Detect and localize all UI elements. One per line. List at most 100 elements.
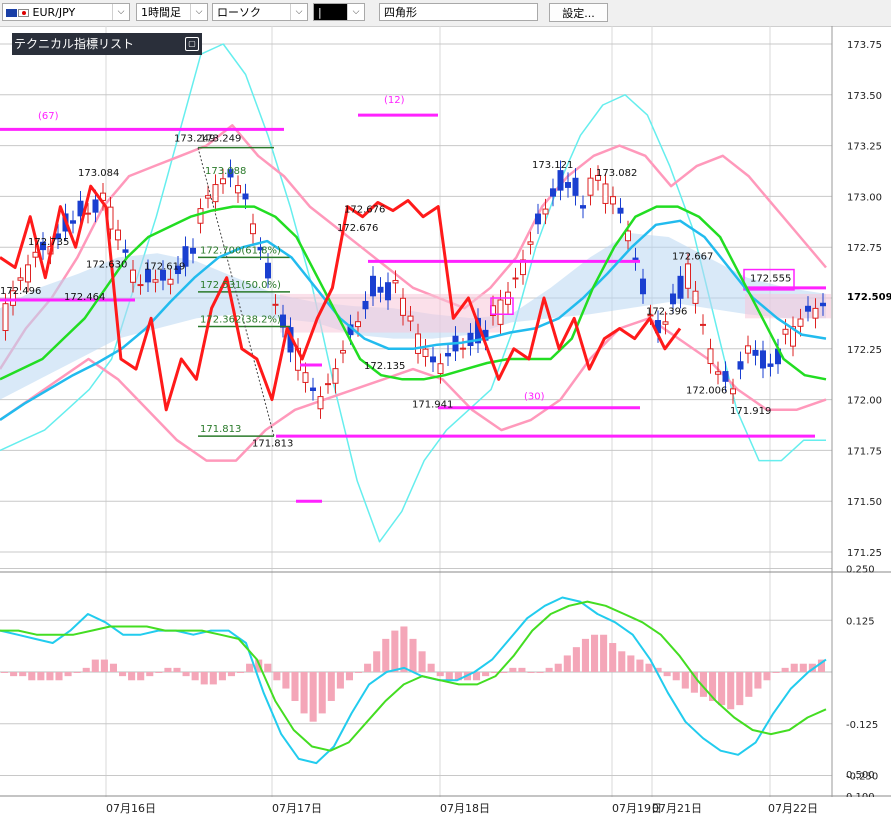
macd-histogram-bar bbox=[128, 672, 136, 681]
candle bbox=[467, 332, 474, 347]
candle bbox=[205, 195, 211, 199]
macd-histogram-bar bbox=[264, 663, 272, 672]
price-label: 172.135 bbox=[364, 361, 405, 372]
price-label: 172.464 bbox=[64, 292, 105, 303]
timeframe-select[interactable]: 1時間足 ⌵ bbox=[136, 3, 208, 21]
chart-type-select[interactable]: ローソク ⌵ bbox=[212, 3, 308, 21]
candle bbox=[310, 387, 316, 391]
toolbar: EUR/JPY ⌵ 1時間足 ⌵ ローソク ⌵ | ⌵ 四角形 設定... bbox=[0, 0, 891, 27]
macd-histogram-bar bbox=[19, 672, 27, 677]
macd-histogram-bar bbox=[37, 672, 45, 681]
settings-button[interactable]: 設定... bbox=[549, 3, 608, 22]
jp-flag-icon bbox=[18, 9, 29, 17]
price-label: (30) bbox=[524, 392, 545, 403]
candle bbox=[767, 363, 774, 367]
macd-histogram-bar bbox=[109, 663, 117, 672]
candle bbox=[377, 286, 384, 293]
candle bbox=[385, 282, 391, 301]
candle bbox=[122, 249, 129, 253]
draw-shape-field[interactable]: 四角形 bbox=[379, 3, 538, 21]
candle bbox=[2, 303, 9, 332]
chevron-down-icon[interactable]: ⌵ bbox=[190, 4, 207, 20]
macd-histogram-bar bbox=[391, 630, 399, 672]
macd-histogram-bar bbox=[482, 672, 490, 677]
candle bbox=[362, 300, 369, 310]
macd-histogram-bar bbox=[55, 672, 63, 681]
macd-histogram-bar bbox=[754, 672, 762, 689]
macd-histogram-bar bbox=[591, 634, 599, 672]
macd-histogram-bar bbox=[436, 672, 444, 677]
candle bbox=[805, 305, 811, 312]
candle bbox=[535, 213, 541, 225]
candle bbox=[497, 299, 504, 325]
macd-histogram-bar bbox=[727, 672, 735, 710]
price-label: 173.082 bbox=[596, 168, 637, 179]
macd-histogram-bar bbox=[745, 672, 753, 697]
candle bbox=[152, 279, 159, 283]
candle bbox=[715, 371, 721, 375]
price-label: 172.630 bbox=[86, 260, 127, 271]
macd-histogram-bar bbox=[137, 672, 145, 681]
candle bbox=[430, 356, 436, 363]
price-label: 172.676 bbox=[337, 223, 378, 234]
chevron-down-icon[interactable]: ⌵ bbox=[290, 4, 307, 20]
candle bbox=[602, 183, 609, 204]
indicator-list-panel[interactable]: テクニカル指標リスト ▢ bbox=[12, 33, 202, 55]
macd-histogram-bar bbox=[609, 643, 617, 672]
chevron-down-icon[interactable]: ⌵ bbox=[347, 4, 364, 20]
macd-histogram-bar bbox=[563, 655, 571, 672]
candle bbox=[670, 293, 676, 305]
candle bbox=[542, 208, 549, 215]
collapse-icon[interactable]: ▢ bbox=[185, 37, 199, 51]
chart-area: 173.084 172.735 172.630 172.619 172.496 172.4… bbox=[0, 26, 891, 817]
candle bbox=[640, 278, 646, 295]
candle bbox=[242, 193, 249, 200]
candle bbox=[332, 368, 339, 384]
price-label: 171.813 bbox=[252, 438, 293, 449]
y-tick-label: 173.25 bbox=[847, 142, 882, 153]
symbol-select[interactable]: EUR/JPY ⌵ bbox=[2, 3, 130, 21]
draw-tool-select[interactable]: | ⌵ bbox=[313, 3, 365, 21]
macd-histogram-bar bbox=[554, 663, 562, 672]
macd-histogram-bar bbox=[173, 667, 181, 672]
macd-histogram-bar bbox=[273, 672, 281, 681]
macd-histogram-bar bbox=[73, 672, 81, 673]
x-tick-label: 07月21日 bbox=[652, 802, 702, 815]
candle bbox=[392, 279, 399, 284]
macd-histogram-bar bbox=[790, 663, 798, 672]
price-label: 172.496 bbox=[0, 286, 41, 297]
candle bbox=[17, 277, 24, 281]
price-label: 172.006 bbox=[686, 386, 727, 397]
macd-histogram-bar bbox=[364, 663, 372, 672]
sub-tick-label: 0.500 bbox=[846, 770, 875, 781]
candle bbox=[190, 247, 196, 254]
chevron-down-icon[interactable]: ⌵ bbox=[112, 4, 129, 20]
macd-histogram-bar bbox=[663, 672, 671, 677]
candle bbox=[325, 383, 331, 386]
price-label: 172.619 bbox=[144, 262, 185, 273]
price-label: 172.667 bbox=[672, 251, 713, 262]
price-label: 172.555 bbox=[750, 274, 791, 285]
candle bbox=[197, 208, 204, 224]
price-label: 172.676 bbox=[344, 205, 385, 216]
macd-histogram-bar bbox=[291, 672, 299, 701]
y-tick-label: 172.75 bbox=[847, 243, 882, 254]
candle bbox=[677, 275, 684, 299]
eu-flag-icon bbox=[6, 9, 17, 17]
macd-histogram-bar bbox=[581, 638, 589, 672]
macd-histogram-bar bbox=[645, 663, 653, 672]
candle bbox=[400, 297, 406, 316]
macd-histogram-bar bbox=[200, 672, 208, 685]
price-label: (67) bbox=[38, 111, 59, 122]
macd-histogram-bar bbox=[527, 672, 535, 673]
candle bbox=[167, 278, 174, 285]
candle bbox=[340, 350, 346, 354]
macd-histogram-bar bbox=[209, 672, 217, 685]
x-tick-label: 07月22日 bbox=[768, 802, 818, 815]
price-label: 171.941 bbox=[412, 400, 453, 411]
candle bbox=[415, 333, 421, 354]
macd-histogram-bar bbox=[681, 672, 689, 689]
candle bbox=[32, 251, 39, 258]
candle bbox=[422, 348, 429, 357]
candle bbox=[265, 262, 271, 279]
